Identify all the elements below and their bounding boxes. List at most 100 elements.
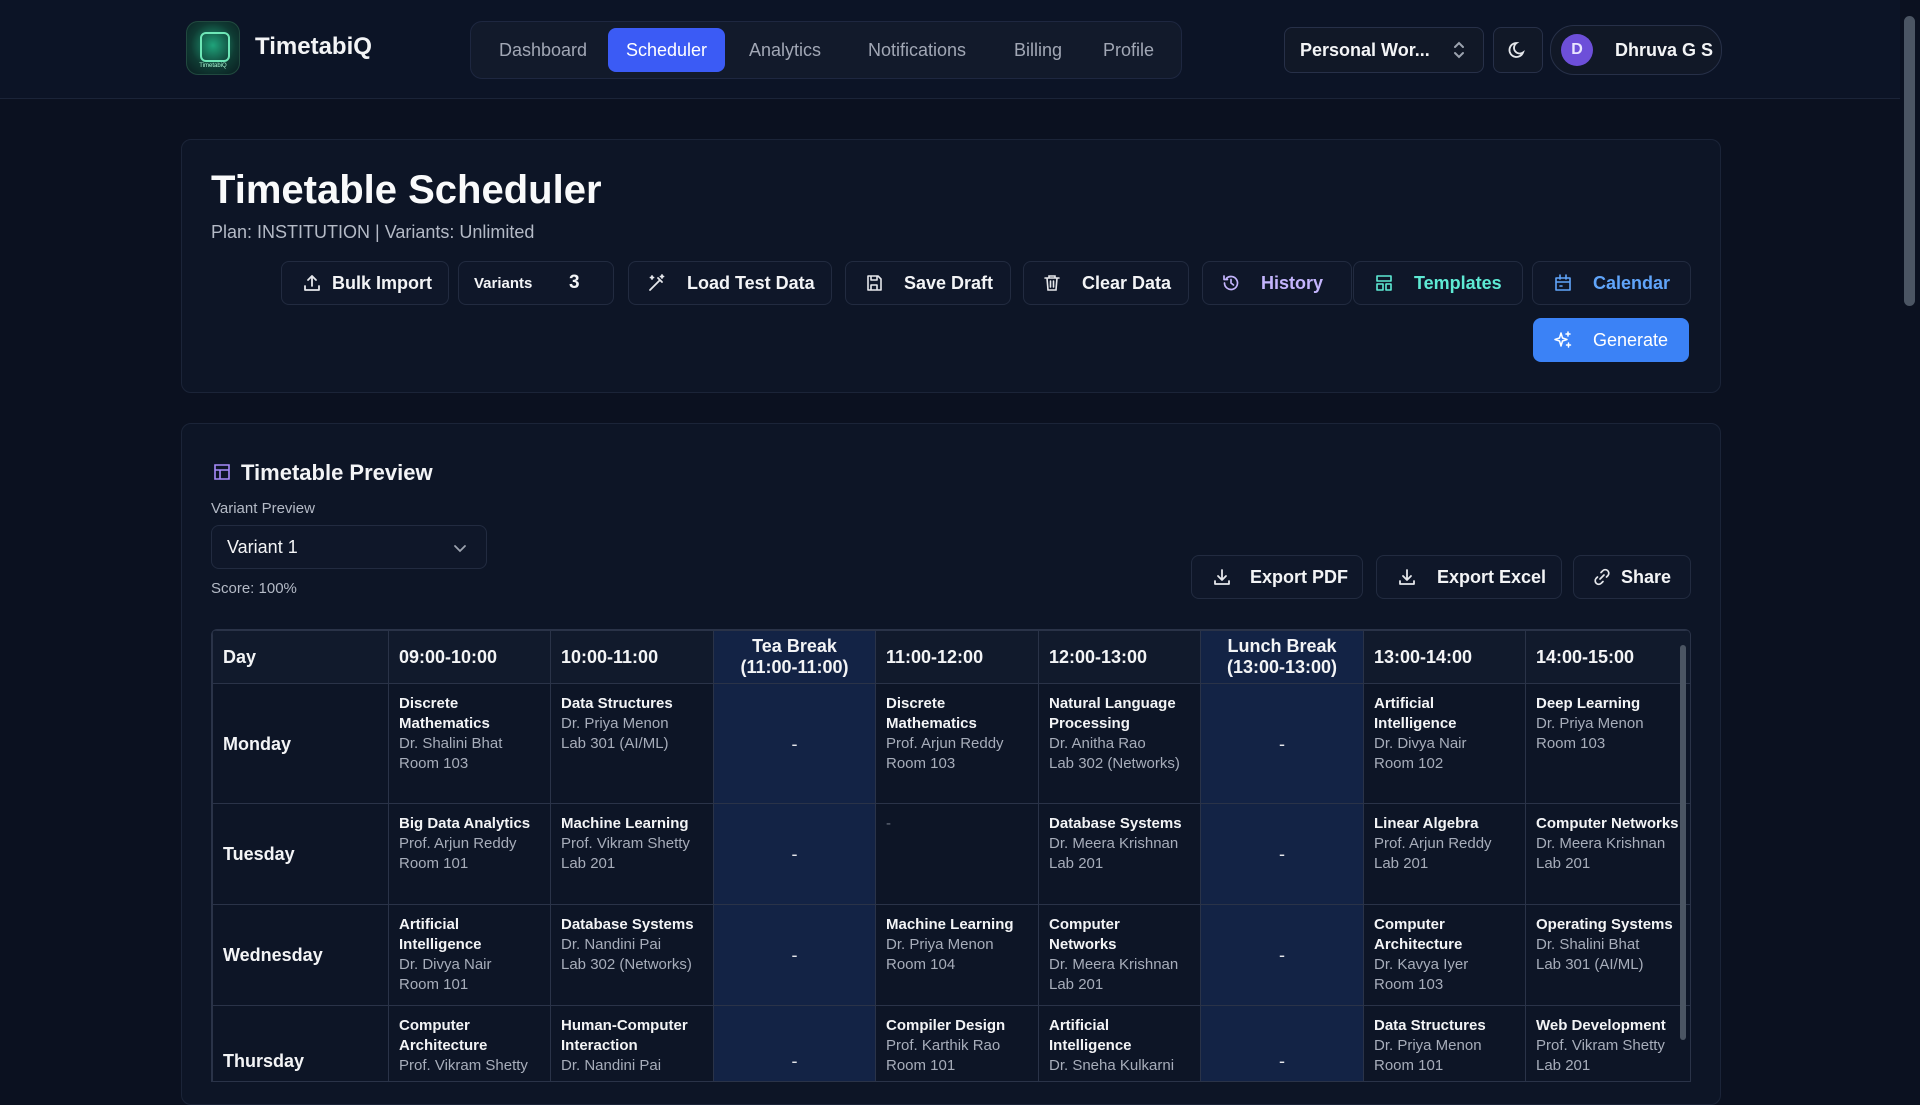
nav-scheduler[interactable]: Scheduler bbox=[608, 28, 726, 72]
class-subject: Discrete Mathematics bbox=[399, 695, 490, 732]
export-pdf-button[interactable]: Export PDF bbox=[1191, 555, 1363, 599]
class-teacher: Prof. Vikram Shetty bbox=[1536, 1037, 1665, 1054]
page-title: Timetable Scheduler bbox=[211, 168, 602, 212]
generate-button[interactable]: Generate bbox=[1533, 318, 1689, 362]
class-teacher: Dr. Priya Menon bbox=[561, 715, 669, 732]
share-button[interactable]: Share bbox=[1573, 555, 1691, 599]
day-cell: Monday bbox=[212, 683, 389, 804]
table-row: Wednesday Artificial Intelligence Dr. Divy… bbox=[212, 904, 1690, 1006]
break-cell: - bbox=[713, 904, 876, 1006]
class-teacher: Prof. Karthik Rao bbox=[886, 1037, 1001, 1054]
save-draft-button[interactable]: Save Draft bbox=[845, 261, 1011, 305]
header-slot: 10:00-11:00 bbox=[550, 630, 714, 684]
calendar-icon bbox=[1553, 273, 1573, 293]
class-cell[interactable]: Compiler Design Prof. Karthik Rao Room 101 bbox=[875, 1005, 1039, 1081]
class-cell[interactable]: Computer Networks Dr. Meera Krishnan Lab 2… bbox=[1038, 904, 1201, 1006]
variants-value[interactable]: 3 bbox=[569, 272, 580, 294]
class-teacher: Dr. Sneha Kulkarni bbox=[1049, 1057, 1175, 1074]
history-button[interactable]: History bbox=[1202, 261, 1352, 305]
nav-billing[interactable]: Billing bbox=[996, 28, 1080, 72]
class-room: Lab 201 bbox=[561, 855, 616, 872]
break-cell: - bbox=[713, 1005, 876, 1081]
header-slot: 14:00-15:00 bbox=[1525, 630, 1690, 684]
class-cell[interactable]: Deep Learning Dr. Priya Menon Room 103 bbox=[1525, 683, 1690, 804]
upload-icon bbox=[302, 273, 322, 293]
clear-data-button[interactable]: Clear Data bbox=[1023, 261, 1189, 305]
class-room: Room 102 bbox=[1374, 755, 1444, 772]
class-cell[interactable]: Data Structures Dr. Priya Menon Lab 301 (A… bbox=[550, 683, 714, 804]
calendar-button[interactable]: Calendar bbox=[1532, 261, 1691, 305]
load-test-data-label: Load Test Data bbox=[687, 273, 815, 293]
class-subject: Artificial Intelligence bbox=[1049, 1017, 1132, 1054]
class-teacher: Prof. Arjun Reddy bbox=[399, 835, 517, 852]
workspace-select[interactable]: Personal Wor... bbox=[1284, 27, 1484, 73]
class-cell[interactable]: Machine Learning Dr. Priya Menon Room 104 bbox=[875, 904, 1039, 1006]
table-scrollbar[interactable] bbox=[1680, 645, 1686, 1040]
day-cell: Wednesday bbox=[212, 904, 389, 1006]
download-icon bbox=[1397, 567, 1417, 587]
class-teacher: Dr. Priya Menon bbox=[886, 936, 994, 953]
class-cell[interactable]: Discrete Mathematics Prof. Arjun Reddy Roo… bbox=[875, 683, 1039, 804]
theme-toggle-button[interactable] bbox=[1493, 27, 1543, 73]
app-logo[interactable]: TimetabiQ bbox=[186, 21, 240, 75]
class-cell[interactable]: Web Development Prof. Vikram Shetty Lab 20… bbox=[1525, 1005, 1690, 1081]
class-room: Lab 301 (AI/ML) bbox=[1536, 956, 1644, 973]
class-teacher: Prof. Arjun Reddy bbox=[886, 735, 1004, 752]
class-subject: Database Systems bbox=[1049, 815, 1182, 832]
class-room: Lab 201 bbox=[1536, 855, 1591, 872]
class-cell[interactable]: Database Systems Dr. Meera Krishnan Lab 20… bbox=[1038, 803, 1201, 905]
class-cell[interactable]: Data Structures Dr. Priya Menon Room 101 bbox=[1363, 1005, 1526, 1081]
class-subject: Computer Architecture bbox=[399, 1017, 488, 1054]
class-subject: Compiler Design bbox=[886, 1017, 1006, 1034]
class-cell[interactable]: Operating Systems Dr. Shalini Bhat Lab 301… bbox=[1525, 904, 1690, 1006]
variants-counter[interactable]: Variants 3 bbox=[458, 261, 614, 305]
class-cell[interactable]: Discrete Mathematics Dr. Shalini Bhat Room… bbox=[388, 683, 551, 804]
class-cell[interactable]: Artificial Intelligence Dr. Sneha Kulkarn… bbox=[1038, 1005, 1201, 1081]
templates-button[interactable]: Templates bbox=[1353, 261, 1523, 305]
class-cell[interactable]: Artificial Intelligence Dr. Divya Nair Roo… bbox=[1363, 683, 1526, 804]
class-subject: Discrete Mathematics bbox=[886, 695, 977, 732]
load-test-data-button[interactable]: Load Test Data bbox=[628, 261, 832, 305]
page-scrollbar-thumb[interactable] bbox=[1904, 16, 1915, 306]
class-teacher: Prof. Arjun Reddy bbox=[1374, 835, 1492, 852]
class-cell[interactable]: Linear Algebra Prof. Arjun Reddy Lab 201 bbox=[1363, 803, 1526, 905]
table-body: Monday Discrete Mathematics Dr. Shalini Bh… bbox=[212, 683, 1690, 1081]
class-cell[interactable]: Computer Architecture Prof. Vikram Shetty bbox=[388, 1005, 551, 1081]
bulk-import-button[interactable]: Bulk Import bbox=[281, 261, 449, 305]
class-cell[interactable]: Natural Language Processing Dr. Anitha Ra… bbox=[1038, 683, 1201, 804]
class-cell[interactable]: Database Systems Dr. Nandini Pai Lab 302 (… bbox=[550, 904, 714, 1006]
user-menu-button[interactable]: D Dhruva G S bbox=[1550, 25, 1722, 75]
class-teacher: Dr. Meera Krishnan bbox=[1536, 835, 1666, 852]
class-cell[interactable]: Computer Architecture Dr. Kavya Iyer Room … bbox=[1363, 904, 1526, 1006]
variant-select[interactable]: Variant 1 bbox=[211, 525, 487, 569]
brand-name[interactable]: TimetabiQ bbox=[255, 33, 372, 61]
nav-analytics[interactable]: Analytics bbox=[731, 28, 839, 72]
workspace-label: Personal Wor... bbox=[1300, 40, 1430, 60]
class-subject: Deep Learning bbox=[1536, 695, 1641, 712]
class-room: Lab 201 bbox=[1049, 855, 1104, 872]
header-slot: 09:00-10:00 bbox=[388, 630, 551, 684]
avatar: D bbox=[1561, 34, 1593, 66]
class-cell[interactable]: Machine Learning Prof. Vikram Shetty Lab 2… bbox=[550, 803, 714, 905]
export-excel-button[interactable]: Export Excel bbox=[1376, 555, 1562, 599]
class-cell[interactable]: Artificial Intelligence Dr. Divya Nair Roo… bbox=[388, 904, 551, 1006]
variants-label: Variants bbox=[474, 275, 533, 292]
class-room: Room 101 bbox=[1374, 1057, 1444, 1074]
chevron-up-down-icon bbox=[1451, 39, 1467, 61]
variant-selected: Variant 1 bbox=[227, 537, 298, 557]
section-title: Timetable Preview bbox=[241, 460, 433, 485]
class-subject: Operating Systems bbox=[1536, 916, 1673, 933]
class-cell[interactable]: Human-Computer Interaction Dr. Nandini Pa… bbox=[550, 1005, 714, 1081]
bulk-import-label: Bulk Import bbox=[332, 273, 433, 293]
class-subject: Human-Computer Interaction bbox=[561, 1017, 688, 1054]
empty-cell[interactable]: - bbox=[875, 803, 1039, 905]
break-cell: - bbox=[1200, 904, 1364, 1006]
nav-dashboard[interactable]: Dashboard bbox=[481, 28, 605, 72]
table-row: Monday Discrete Mathematics Dr. Shalini Bh… bbox=[212, 683, 1690, 804]
nav-notifications[interactable]: Notifications bbox=[850, 28, 984, 72]
header-slot: Tea Break (11:00-11:00) bbox=[713, 630, 876, 684]
class-cell[interactable]: Computer Networks Dr. Meera Krishnan Lab 2… bbox=[1525, 803, 1690, 905]
class-cell[interactable]: Big Data Analytics Prof. Arjun Reddy Room … bbox=[388, 803, 551, 905]
class-subject: Computer Architecture bbox=[1374, 916, 1463, 953]
nav-profile[interactable]: Profile bbox=[1085, 28, 1172, 72]
